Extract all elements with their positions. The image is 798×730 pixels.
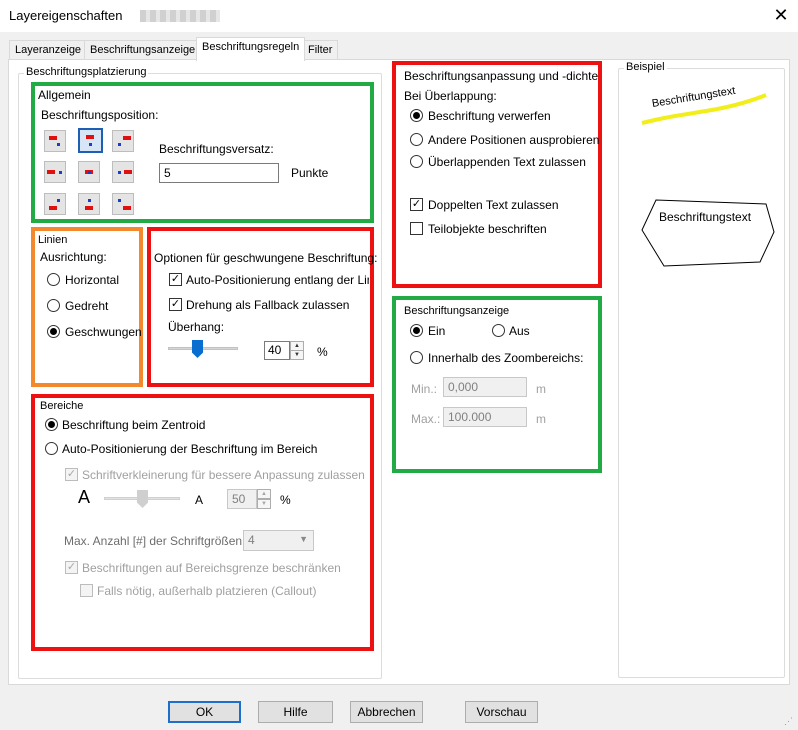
- display-zoom-label: Innerhalb des Zoombereichs:: [428, 351, 584, 365]
- alignment-label: Ausrichtung:: [40, 250, 107, 264]
- overhang-unit: %: [317, 345, 328, 359]
- position-top-right-button[interactable]: [112, 130, 134, 152]
- position-top-center-button[interactable]: [78, 128, 103, 153]
- chevron-down-icon: ▼: [299, 534, 308, 544]
- shrink-small-a: A: [195, 493, 204, 507]
- display-title: Beschriftungsanzeige: [404, 305, 510, 317]
- tab-filter[interactable]: Filter: [302, 40, 339, 60]
- overlap-discard-radio[interactable]: [410, 109, 423, 122]
- auto-position-checkbox[interactable]: ✓: [169, 273, 182, 286]
- tab-beschriftungsanzeige[interactable]: Beschriftungsanzeige: [84, 40, 202, 60]
- subobjects-label: Teilobjekte beschriften: [428, 222, 547, 236]
- auto-area-label: Auto-Positionierung der Beschriftung im …: [62, 442, 318, 456]
- curved-title: Optionen für geschwungene Beschriftung:: [154, 251, 378, 265]
- tab-beschriftungsregeln[interactable]: Beschriftungsregeln: [196, 37, 306, 61]
- position-middle-right-button[interactable]: [112, 161, 134, 183]
- help-button[interactable]: Hilfe: [258, 701, 333, 723]
- centroid-radio[interactable]: [45, 418, 58, 431]
- cancel-button[interactable]: Abbrechen: [350, 701, 423, 723]
- max-input[interactable]: 100.000: [443, 407, 527, 427]
- example-area-polygon: [641, 199, 775, 267]
- tab-layeranzeige[interactable]: Layeranzeige: [9, 40, 88, 60]
- max-fonts-value: 4: [248, 533, 255, 547]
- min-label: Min.:: [411, 382, 438, 396]
- overlap-try-other-label: Andere Positionen ausprobieren: [428, 133, 600, 147]
- blurred-title-suffix: [140, 10, 220, 22]
- display-zoom-radio[interactable]: [410, 351, 423, 364]
- ok-button[interactable]: OK: [168, 701, 241, 723]
- min-unit: m: [536, 382, 546, 396]
- overlap-allow-radio[interactable]: [410, 155, 423, 168]
- overhang-slider-track[interactable]: [168, 347, 238, 350]
- lines-title: Linien: [38, 234, 68, 246]
- overlap-try-other-radio[interactable]: [410, 133, 423, 146]
- areas-title: Bereiche: [40, 400, 84, 412]
- alignment-rotated-label: Gedreht: [65, 299, 109, 313]
- offset-label: Beschriftungsversatz:: [159, 142, 274, 156]
- resize-grip-icon[interactable]: ⋰: [784, 716, 794, 726]
- shrink-input[interactable]: 50: [227, 489, 257, 509]
- display-on-radio[interactable]: [410, 324, 423, 337]
- position-bottom-left-button[interactable]: [44, 193, 66, 215]
- display-on-label: Ein: [428, 324, 446, 338]
- display-off-label: Aus: [509, 324, 530, 338]
- overhang-down-icon[interactable]: ▼: [290, 350, 304, 360]
- max-fonts-label: Max. Anzahl [#] der Schriftgrößen:: [64, 534, 246, 548]
- max-label: Max.:: [411, 412, 441, 426]
- position-bottom-right-button[interactable]: [112, 193, 134, 215]
- shrink-down-icon[interactable]: ▼: [257, 499, 271, 509]
- placement-title: Beschriftungsplatzierung: [24, 66, 149, 78]
- overhang-label: Überhang:: [168, 320, 225, 334]
- example-area-text: Beschriftungstext: [659, 210, 752, 224]
- restrict-checkbox[interactable]: ✓: [65, 561, 78, 574]
- overlap-label: Bei Überlappung:: [404, 89, 497, 103]
- shrink-checkbox[interactable]: ✓: [65, 468, 78, 481]
- window-title: Layereigenschaften: [9, 8, 123, 23]
- rotation-fallback-checkbox[interactable]: ✓: [169, 298, 182, 311]
- shrink-label: Schriftverkleinerung für bessere Anpassu…: [82, 468, 365, 482]
- max-fonts-select[interactable]: 4 ▼: [243, 530, 314, 551]
- alignment-horizontal-label: Horizontal: [65, 273, 120, 287]
- highlight-areas: [31, 394, 374, 651]
- shrink-unit: %: [280, 493, 291, 507]
- alignment-curved-label: Geschwungen: [65, 325, 142, 339]
- callout-checkbox[interactable]: [80, 584, 93, 597]
- callout-label: Falls nötig, außerhalb platzieren (Callo…: [97, 584, 317, 598]
- max-unit: m: [536, 412, 546, 426]
- rotation-fallback-label: Drehung als Fallback zulassen: [186, 298, 350, 312]
- overlap-discard-label: Beschriftung verwerfen: [428, 109, 551, 123]
- subobjects-checkbox[interactable]: [410, 222, 423, 235]
- example-title: Beispiel: [624, 61, 667, 73]
- alignment-rotated-radio[interactable]: [47, 299, 60, 312]
- alignment-curved-radio[interactable]: [47, 325, 60, 338]
- position-bottom-center-button[interactable]: [78, 193, 100, 215]
- offset-unit: Punkte: [291, 166, 329, 180]
- duplicate-checkbox[interactable]: ✓: [410, 198, 423, 211]
- display-off-radio[interactable]: [492, 324, 505, 337]
- position-middle-left-button[interactable]: [44, 161, 66, 183]
- offset-input[interactable]: 5: [159, 163, 279, 183]
- position-top-left-button[interactable]: [44, 130, 66, 152]
- duplicate-label: Doppelten Text zulassen: [428, 198, 559, 212]
- alignment-horizontal-radio[interactable]: [47, 273, 60, 286]
- density-title: Beschriftungsanpassung und -dichte: [404, 69, 599, 83]
- shrink-big-a: A: [78, 487, 91, 507]
- overlap-allow-label: Überlappenden Text zulassen: [428, 155, 586, 169]
- min-input[interactable]: 0,000: [443, 377, 527, 397]
- example-group: [618, 68, 785, 678]
- auto-position-label: Auto-Positionierung entlang der Linie: [186, 273, 369, 287]
- restrict-label: Beschriftungen auf Bereichsgrenze beschr…: [82, 561, 341, 575]
- shrink-up-icon[interactable]: ▲: [257, 489, 271, 499]
- position-label: Beschriftungsposition:: [41, 108, 159, 122]
- centroid-label: Beschriftung beim Zentroid: [62, 418, 206, 432]
- preview-button[interactable]: Vorschau: [465, 701, 538, 723]
- close-icon[interactable]: ✕: [770, 4, 792, 26]
- general-title: Allgemein: [38, 88, 91, 102]
- position-center-button[interactable]: [78, 161, 100, 183]
- auto-position-row: ✓ Auto-Positionierung entlang der Linie: [153, 268, 369, 288]
- overhang-input[interactable]: 40: [264, 341, 290, 360]
- auto-area-radio[interactable]: [45, 442, 58, 455]
